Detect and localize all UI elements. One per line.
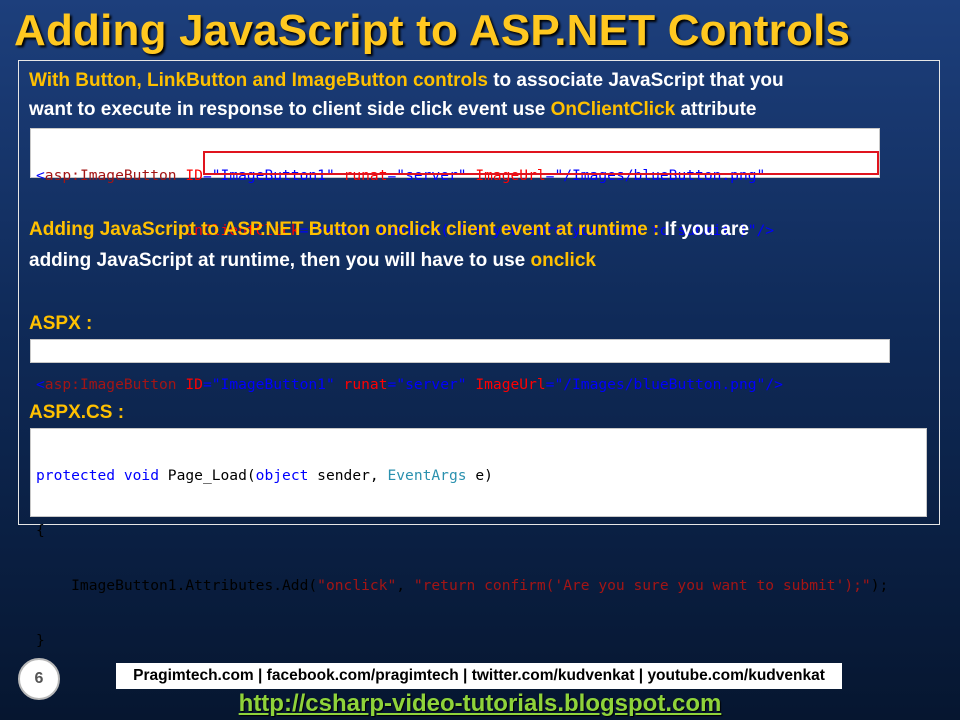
section1-line1: With Button, LinkButton and ImageButton … (29, 65, 784, 96)
onclick-keyword: onclick (530, 250, 596, 271)
footer-url-link[interactable]: http://csharp-video-tutorials.blogspot.c… (0, 690, 960, 718)
section1-line2: want to execute in response to client si… (29, 94, 756, 125)
section2-line2: adding JavaScript at runtime, then you w… (29, 245, 596, 276)
section1-text: to associate JavaScript that you (487, 70, 784, 91)
section2-text: If you are (659, 219, 750, 240)
code-line-brace-open: { (36, 522, 45, 539)
section2-line1: Adding JavaScript to ASP.NET Button oncl… (29, 214, 749, 245)
code-snippet-aspx: <asp:ImageButton ID="ImageButton1" runat… (30, 339, 890, 393)
aspx-label: ASPX : (29, 313, 93, 334)
code-snippet-imagebutton-onclientclick: <asp:ImageButton ID="ImageButton1" runat… (30, 128, 880, 239)
section2-text-2: adding JavaScript at runtime, then you w… (29, 250, 531, 271)
code-line-aspx: <asp:ImageButton ID="ImageButton1" runat… (36, 376, 783, 393)
section1-text-3: attribute (675, 99, 757, 120)
onclientclick-keyword: OnClientClick (550, 99, 676, 120)
slide-title: Adding JavaScript to ASP.NET Controls (14, 6, 851, 55)
section1-highlight: With Button, LinkButton and ImageButton … (29, 70, 488, 91)
content-panel: With Button, LinkButton and ImageButton … (18, 60, 940, 649)
code-snippet-aspxcs: protected void Page_Load(object sender, … (30, 428, 927, 649)
highlight-box (203, 151, 879, 175)
code-line-brace-close: } (36, 632, 45, 649)
code-line-statement: ImageButton1.Attributes.Add("onclick", "… (36, 577, 889, 594)
footer-links: Pragimtech.com | facebook.com/pragimtech… (116, 663, 842, 689)
code-line-method: protected void Page_Load(object sender, … (36, 467, 493, 484)
aspxcs-label: ASPX.CS : (29, 402, 125, 423)
section1-text-2: want to execute in response to client si… (29, 99, 551, 120)
section2-highlight: Adding JavaScript to ASP.NET Button oncl… (29, 219, 660, 240)
